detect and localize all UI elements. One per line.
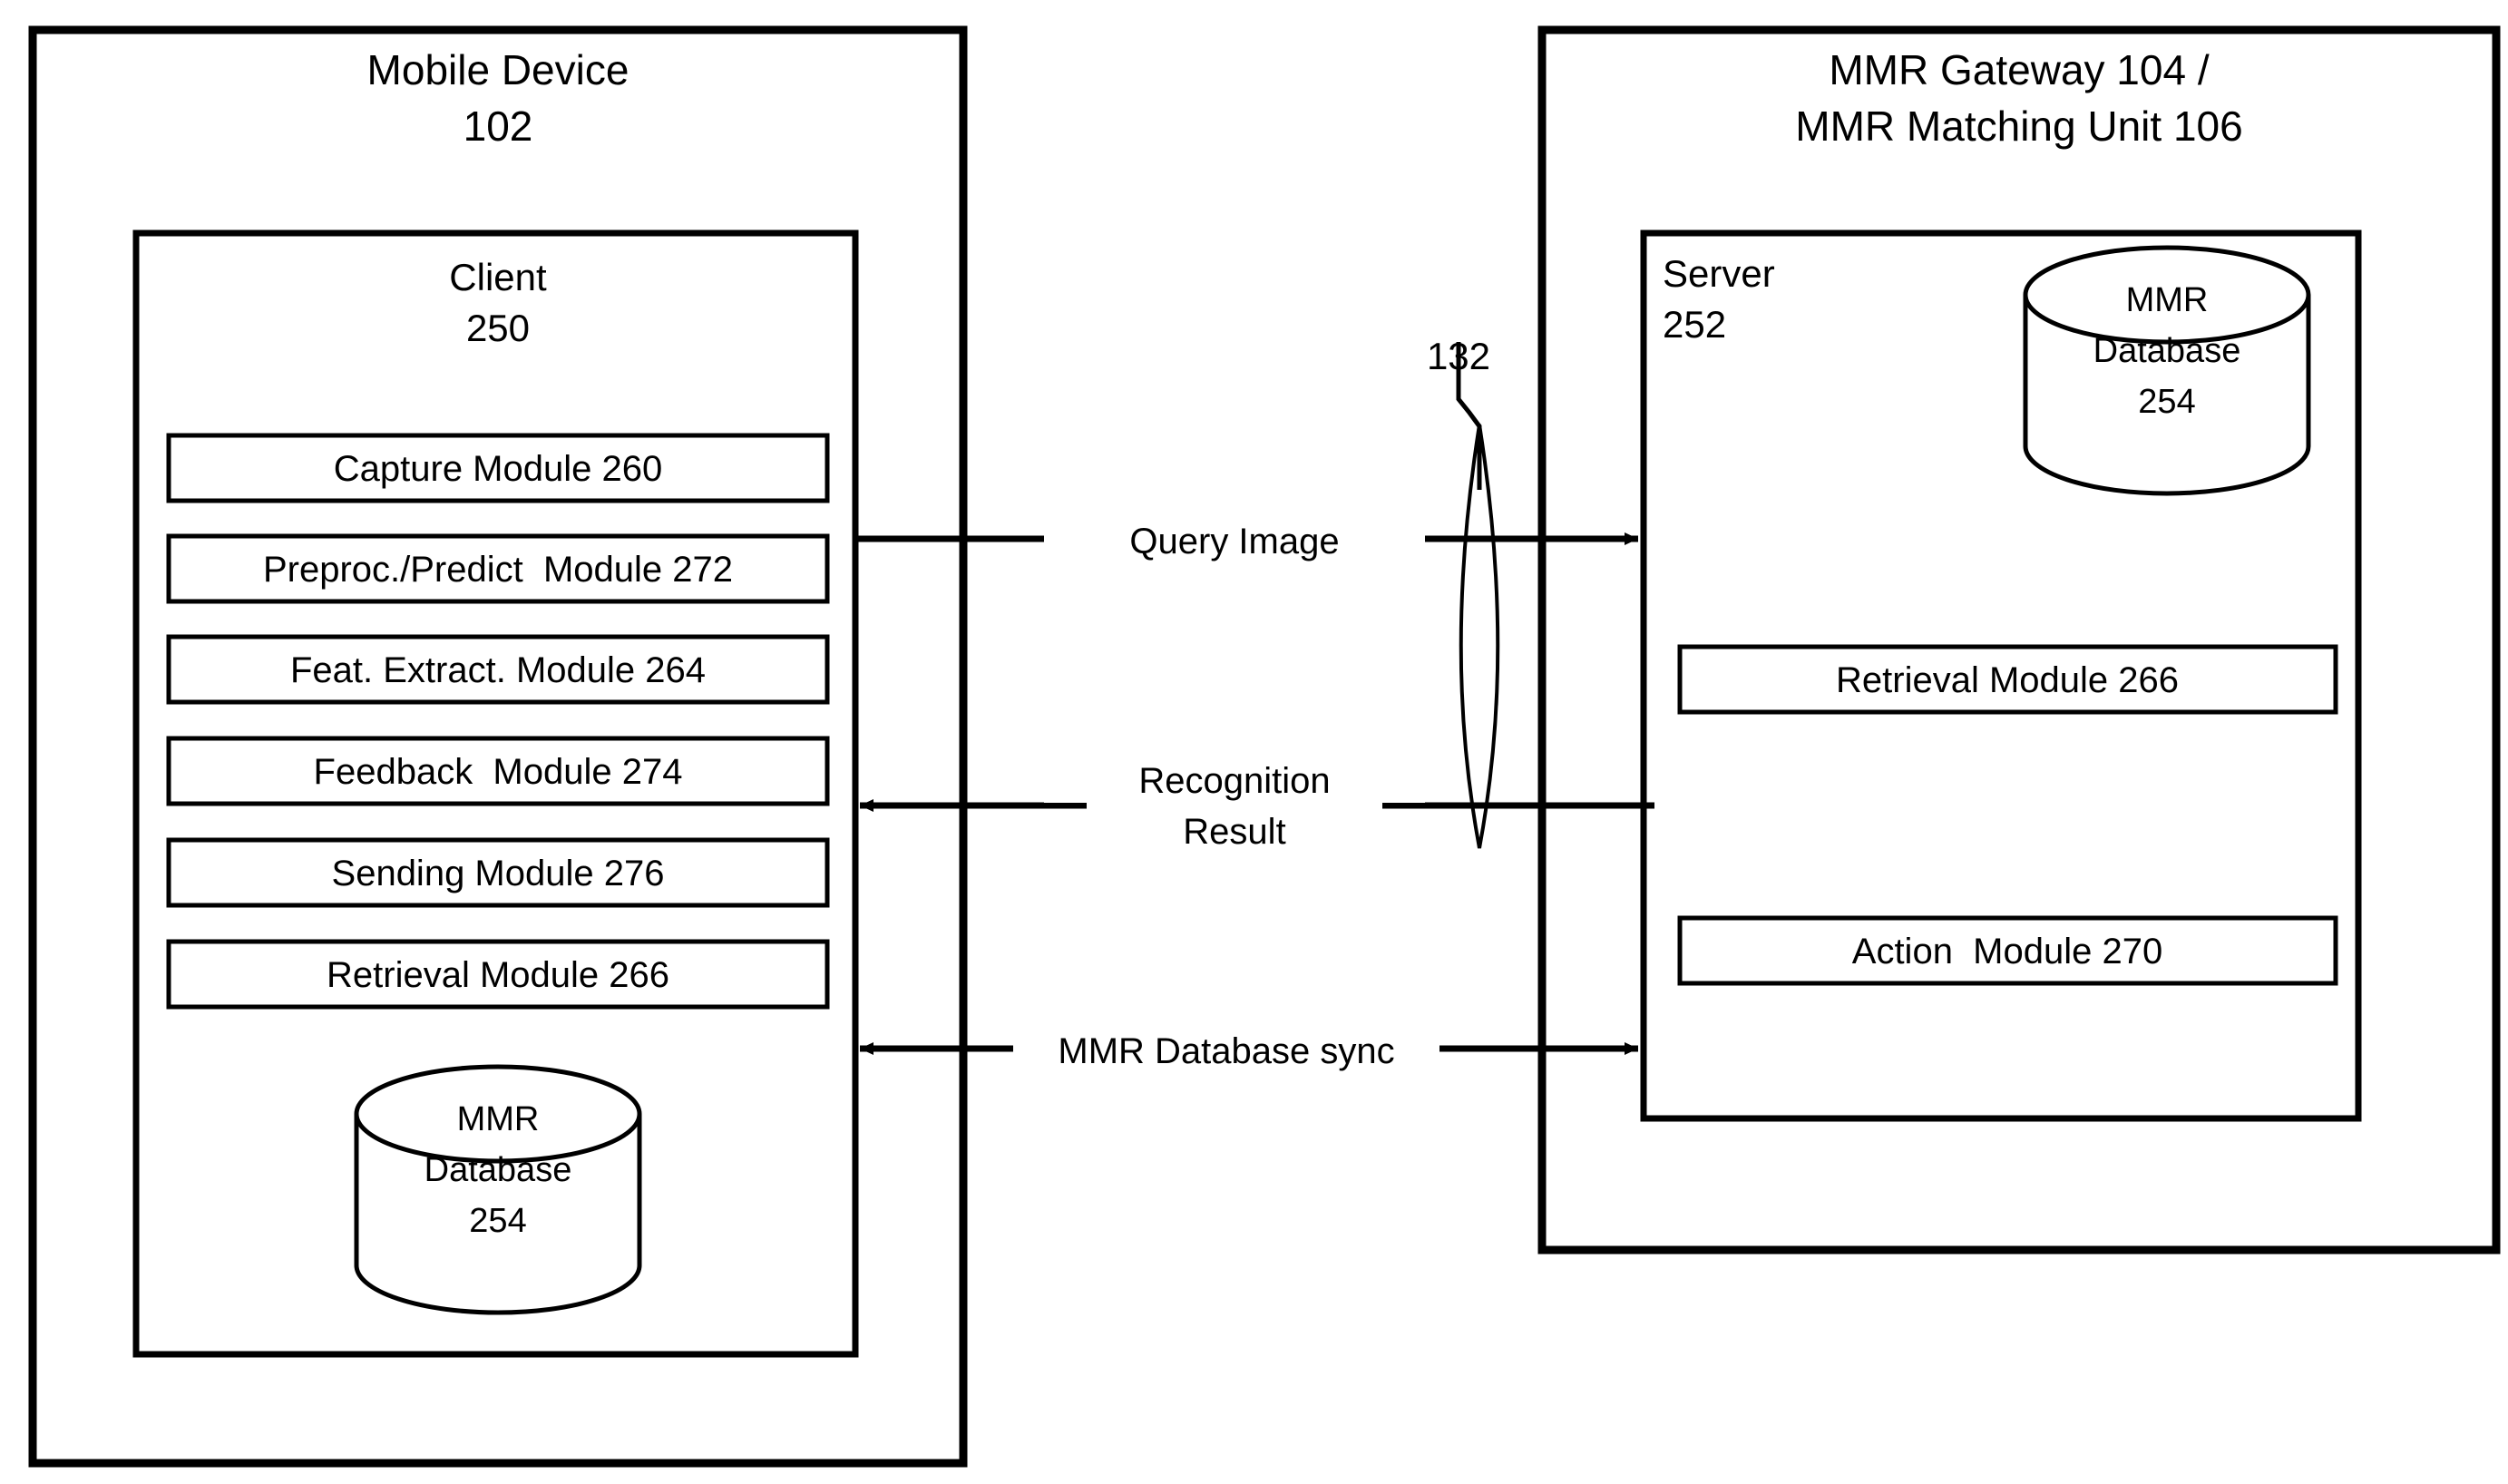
mmr-gateway-title-line2: MMR Matching Unit 106 [1795,103,2243,150]
mmr-gateway-panel-border [1537,25,2501,1255]
server-db-label-line2: Database [2093,332,2241,370]
client-db-label-line2: Database [424,1151,572,1189]
module-label-preproc-predict[interactable]: Preproc./Predict Module 272 [162,549,834,591]
server-db-label-line3: 254 [2138,383,2196,421]
diagram-vector-layer [28,25,2501,1468]
server-title-line1: Server [1663,252,1775,295]
client-title-line2: 250 [465,307,531,349]
flow-label-db-sync: MMR Database sync [1013,1030,1439,1074]
client-title-line1: Client [449,256,547,298]
module-label-capture[interactable]: Capture Module 260 [162,448,834,491]
flow-label-query-image: Query Image [1044,521,1425,564]
module-label-action[interactable]: Action Module 270 [1672,931,2343,973]
network-ref-label: 132 [1426,335,1491,377]
flow-label-recognition-result-line1: Recognition [1044,760,1425,804]
module-label-retrieval-client[interactable]: Retrieval Module 266 [162,954,834,997]
module-label-feat-extract[interactable]: Feat. Extract. Module 264 [162,649,834,692]
mobile-device-title-line2: 102 [463,103,533,150]
mmr-gateway-title-line1: MMR Gateway 104 / [1829,46,2210,93]
server-title-line2: 252 [1663,303,1727,346]
module-label-sending[interactable]: Sending Module 276 [162,853,834,895]
diagram-canvas: Mobile Device 102 Client 250 Capture Mod… [0,0,2508,1484]
mobile-device-title-line1: Mobile Device [366,46,629,93]
client-db-label-line1: MMR [456,1100,540,1138]
server-db-label-line1: MMR [2125,281,2209,319]
module-label-retrieval-server[interactable]: Retrieval Module 266 [1672,659,2343,702]
client-db-label-line3: 254 [469,1202,527,1240]
flow-label-recognition-result-line2: Result [1044,811,1425,854]
module-label-feedback[interactable]: Feedback Module 274 [162,751,834,794]
